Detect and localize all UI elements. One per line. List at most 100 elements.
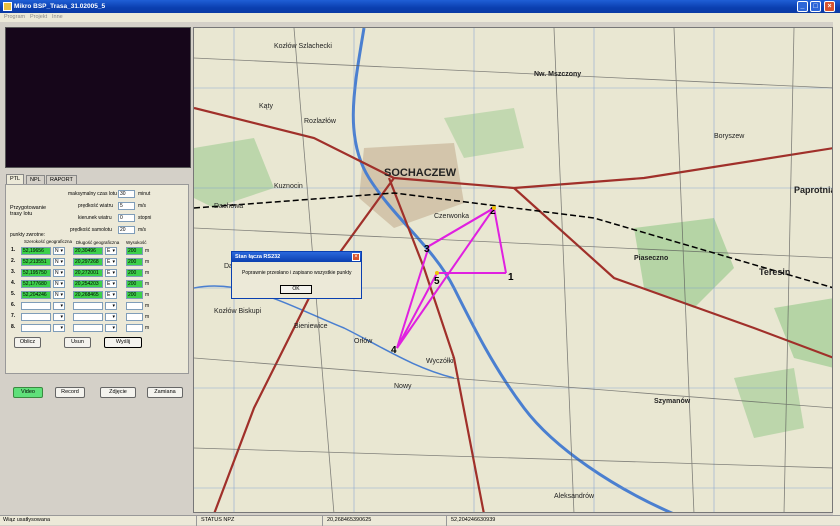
tab-ptl[interactable]: PTL (6, 174, 25, 184)
waypoint-3-label: 3 (424, 244, 430, 255)
map-label: Aleksandrów (554, 493, 595, 500)
wind-speed-input[interactable]: 5 (118, 202, 135, 210)
altitude-input[interactable] (126, 313, 143, 321)
plane-speed-input[interactable]: 20 (118, 226, 135, 234)
dialog-close-icon[interactable]: × (352, 253, 360, 261)
latitude-input[interactable]: 52,19656 (21, 247, 51, 255)
forest-area (444, 108, 524, 158)
status-bar: Wiąz usatłysowana STATUS NPZ 20,26846539… (0, 515, 840, 526)
latitude-input[interactable] (21, 313, 51, 321)
map-label: Kąty (259, 103, 274, 110)
map-label: Wyczółki (426, 358, 454, 365)
waypoint-marker (435, 271, 439, 275)
ew-select[interactable]: E (105, 258, 117, 266)
row-number: 1. (11, 247, 16, 253)
window-title: Mikro BSP_Trasa_31.02005_5 (14, 3, 106, 10)
ew-select[interactable] (105, 302, 117, 310)
menu-projekt[interactable]: Projekt (30, 14, 47, 20)
forest-area (774, 298, 832, 368)
ns-select[interactable] (53, 324, 65, 332)
menu-bar: Program Projekt Inne (0, 13, 840, 22)
altitude-unit: m (145, 281, 150, 287)
longitude-input[interactable]: 20,254203 (73, 280, 103, 288)
minimize-button[interactable]: _ (797, 1, 808, 12)
maximize-button[interactable]: □ (810, 1, 821, 12)
altitude-input[interactable] (126, 324, 143, 332)
longitude-input[interactable]: 20,272001 (73, 269, 103, 277)
waypoint-4-label: 4 (391, 345, 397, 356)
altitude-input[interactable]: 200 (126, 280, 143, 288)
ns-select[interactable]: N (53, 258, 65, 266)
dialog-title: Stan łącza RS232 (232, 252, 361, 262)
altitude-unit: m (145, 325, 150, 331)
video-button[interactable]: Video (13, 387, 43, 398)
map-label: Rozlazłów (304, 118, 337, 125)
menu-program[interactable]: Program (4, 14, 25, 20)
longitude-input[interactable] (73, 324, 103, 332)
longitude-input[interactable] (73, 302, 103, 310)
record-button[interactable]: Record (55, 387, 85, 398)
latitude-input[interactable]: 52,204246 (21, 291, 51, 299)
altitude-input[interactable] (126, 302, 143, 310)
wind-dir-label: kierunek wiatru (78, 215, 112, 221)
calculate-button[interactable]: Oblicz (14, 337, 41, 348)
altitude-unit: m (145, 259, 150, 265)
save-button[interactable]: Zamiana (147, 387, 183, 398)
dialog-message: Poprawnie przesłano i zapisano wszystkie… (242, 270, 352, 276)
altitude-unit: m (145, 303, 150, 309)
ew-select[interactable]: E (105, 269, 117, 277)
tab-npl[interactable]: NPL (26, 175, 45, 184)
max-time-input[interactable]: 30 (118, 190, 135, 198)
ew-select[interactable]: E (105, 247, 117, 255)
ew-select[interactable] (105, 313, 117, 321)
wind-dir-unit: stopni (138, 215, 152, 221)
longitude-input[interactable]: 20,30496 (73, 247, 103, 255)
latitude-input[interactable]: 52,213551 (21, 258, 51, 266)
map-label: Teresin (759, 267, 790, 277)
longitude-input[interactable]: 20,268465 (73, 291, 103, 299)
tab-raport[interactable]: RAPORT (46, 175, 77, 184)
ns-select[interactable] (53, 302, 65, 310)
ns-select[interactable] (53, 313, 65, 321)
altitude-unit: m (145, 248, 150, 254)
wind-dir-input[interactable]: 0 (118, 214, 135, 222)
menu-inne[interactable]: Inne (52, 14, 63, 20)
latitude-input[interactable]: 52,195750 (21, 269, 51, 277)
altitude-unit: m (145, 292, 150, 298)
altitude-input[interactable]: 200 (126, 291, 143, 299)
delete-button[interactable]: Usun (64, 337, 91, 348)
altitude-unit: m (145, 314, 150, 320)
latitude-input[interactable]: 52,177680 (21, 280, 51, 288)
latitude-input[interactable] (21, 302, 51, 310)
route-panel: Przygotowanie trasy lotu maksymalny czas… (5, 184, 189, 374)
map-label: Paprotnia (794, 185, 833, 195)
close-button[interactable]: × (824, 1, 835, 12)
altitude-input[interactable]: 200 (126, 247, 143, 255)
photo-button[interactable]: Zdjęcie (100, 387, 136, 398)
ew-select[interactable]: E (105, 291, 117, 299)
dialog-ok-button[interactable]: OK (280, 285, 312, 294)
altitude-input[interactable]: 200 (126, 258, 143, 266)
longitude-input[interactable] (73, 313, 103, 321)
right-scrollbar[interactable] (833, 22, 840, 515)
row-number: 5. (11, 291, 16, 297)
altitude-input[interactable]: 200 (126, 269, 143, 277)
status-lon: 20,268465390625 (327, 517, 372, 523)
latitude-input[interactable] (21, 324, 51, 332)
flight-route (396, 206, 507, 349)
status-lat: 52,204246630939 (451, 517, 496, 523)
ew-select[interactable] (105, 324, 117, 332)
ns-select[interactable]: N (53, 269, 65, 277)
longitude-input[interactable]: 20,297268 (73, 258, 103, 266)
map-label: Dachowa (214, 203, 243, 210)
ns-select[interactable]: N (53, 280, 65, 288)
row-number: 2. (11, 258, 16, 264)
map-label: Piaseczno (634, 255, 668, 262)
ew-select[interactable]: E (105, 280, 117, 288)
ns-select[interactable]: N (53, 291, 65, 299)
send-button[interactable]: Wyślij (104, 337, 142, 348)
plane-speed-unit: m/s (138, 227, 147, 233)
map-label: Szymanów (654, 398, 691, 405)
ns-select[interactable]: N (53, 247, 65, 255)
max-time-unit: minut (138, 191, 151, 197)
